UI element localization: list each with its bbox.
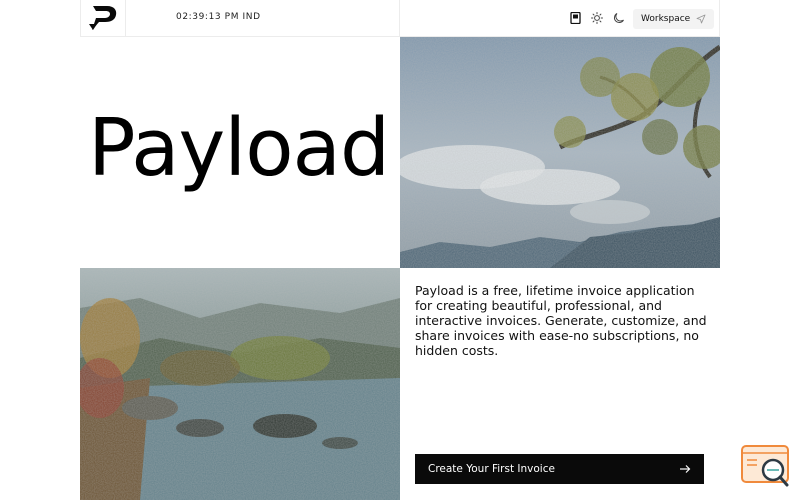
hero-description: Payload is a free, lifetime invoice appl…: [415, 283, 707, 358]
logo[interactable]: [80, 0, 126, 36]
hero-description-cell: Payload is a free, lifetime invoice appl…: [400, 268, 720, 500]
top-header: 02:39:13 PM IND Workspace: [80, 0, 720, 37]
page-title: Payload: [88, 102, 390, 194]
payload-logo-icon: [88, 6, 116, 30]
workspace-label: Workspace: [641, 14, 691, 24]
header-icons: [568, 11, 626, 25]
landscape-image-river: [80, 268, 400, 500]
sun-icon[interactable]: [590, 11, 604, 25]
header-divider: [399, 0, 400, 37]
send-icon: [696, 14, 706, 24]
landscape-image-tree: [400, 37, 720, 268]
arrow-right-icon: [680, 465, 691, 473]
hero-title-cell: Payload: [80, 37, 400, 268]
search-widget-icon[interactable]: [740, 444, 792, 490]
moon-icon[interactable]: [612, 11, 626, 25]
bookmark-icon[interactable]: [568, 11, 582, 25]
workspace-button[interactable]: Workspace: [633, 9, 715, 29]
header-clock: 02:39:13 PM IND: [176, 12, 261, 22]
create-first-invoice-button[interactable]: Create Your First Invoice: [415, 454, 704, 484]
cta-label: Create Your First Invoice: [428, 463, 555, 475]
